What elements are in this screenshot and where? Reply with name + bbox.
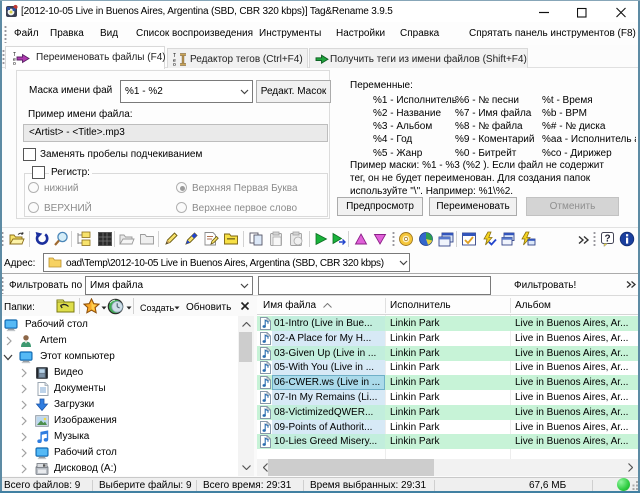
svg-text:o: o bbox=[13, 61, 16, 65]
svg-text:?: ? bbox=[605, 234, 611, 245]
svg-text:o: o bbox=[173, 62, 176, 67]
